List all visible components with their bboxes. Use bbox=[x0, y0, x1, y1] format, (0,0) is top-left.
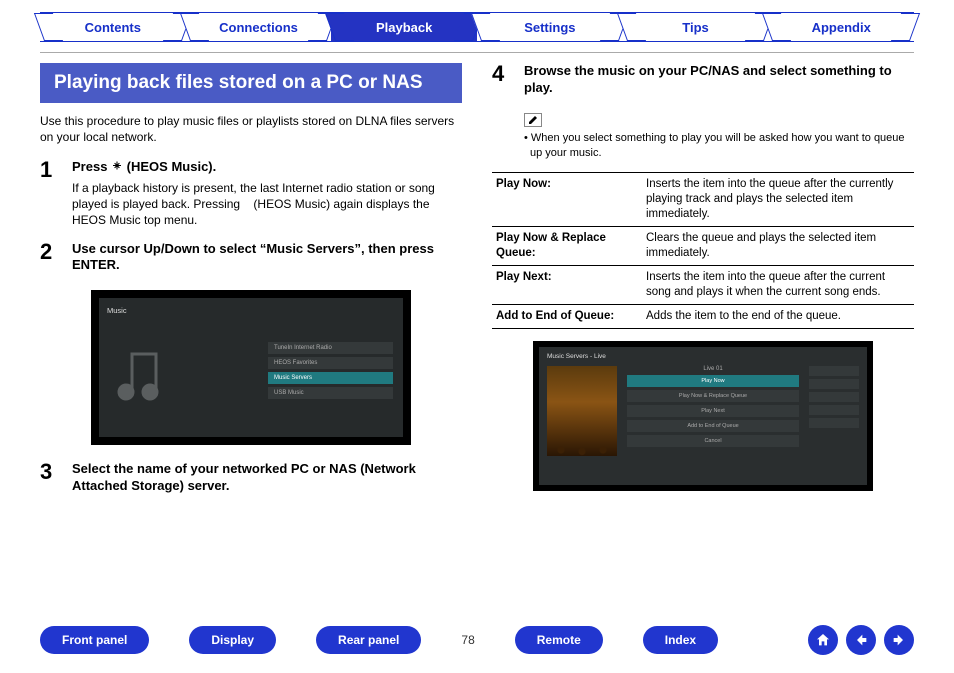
tab-playback[interactable]: Playback bbox=[331, 12, 477, 42]
shot2-options: Play Now Play Now & Replace Queue Play N… bbox=[627, 375, 799, 447]
bottom-nav: Front panel Display Rear panel 78 Remote… bbox=[40, 625, 914, 655]
note-text: When you select something to play you wi… bbox=[524, 131, 914, 161]
index-button[interactable]: Index bbox=[643, 626, 718, 654]
shot2-track-title: Live 01 bbox=[627, 366, 799, 372]
tab-appendix[interactable]: Appendix bbox=[768, 12, 914, 42]
shot-menu-item: USB Music bbox=[268, 387, 393, 399]
tab-label: Connections bbox=[219, 20, 298, 35]
shot2-header: Music Servers - Live bbox=[547, 353, 859, 360]
step-number: 1 bbox=[40, 159, 60, 228]
step-title: Use cursor Up/Down to select “Music Serv… bbox=[72, 241, 462, 275]
queue-options-table: Play Now: Inserts the item into the queu… bbox=[492, 172, 914, 329]
step-number: 2 bbox=[40, 241, 60, 279]
front-panel-button[interactable]: Front panel bbox=[40, 626, 149, 654]
table-row: Play Next: Inserts the item into the que… bbox=[492, 266, 914, 305]
table-row: Play Now & Replace Queue: Clears the que… bbox=[492, 227, 914, 266]
left-column: Playing back files stored on a PC or NAS… bbox=[40, 63, 462, 511]
display-button[interactable]: Display bbox=[189, 626, 276, 654]
queue-key: Play Now & Replace Queue: bbox=[492, 227, 642, 266]
shot2-side-list bbox=[809, 366, 859, 456]
step-number: 4 bbox=[492, 63, 512, 101]
step-2: 2 Use cursor Up/Down to select “Music Se… bbox=[40, 241, 462, 279]
screenshot-queue-options: Music Servers - Live Live 01 Play Now Pl… bbox=[533, 341, 873, 491]
remote-button[interactable]: Remote bbox=[515, 626, 603, 654]
queue-key: Add to End of Queue: bbox=[492, 305, 642, 329]
shot-menu-item-selected: Music Servers bbox=[268, 372, 393, 384]
tab-label: Appendix bbox=[812, 20, 871, 35]
tab-label: Contents bbox=[85, 20, 141, 35]
step-title-part: Press bbox=[72, 159, 111, 174]
page-number: 78 bbox=[461, 633, 474, 647]
prev-page-button[interactable] bbox=[846, 625, 876, 655]
tab-connections[interactable]: Connections bbox=[186, 12, 332, 42]
queue-key: Play Next: bbox=[492, 266, 642, 305]
tab-label: Tips bbox=[682, 20, 709, 35]
page-nav-icons bbox=[808, 625, 914, 655]
step-title: Press (HEOS Music). bbox=[72, 159, 462, 176]
step-title: Select the name of your networked PC or … bbox=[72, 461, 462, 495]
shot2-option: Cancel bbox=[627, 435, 799, 447]
tab-label: Playback bbox=[376, 20, 432, 35]
step-number: 3 bbox=[40, 461, 60, 499]
step-3: 3 Select the name of your networked PC o… bbox=[40, 461, 462, 499]
shot2-option: Add to End of Queue bbox=[627, 420, 799, 432]
music-note-icon bbox=[114, 346, 169, 408]
queue-val: Inserts the item into the queue after th… bbox=[642, 266, 914, 305]
home-icon bbox=[815, 632, 831, 648]
queue-val: Clears the queue and plays the selected … bbox=[642, 227, 914, 266]
queue-val: Inserts the item into the queue after th… bbox=[642, 173, 914, 227]
tab-settings[interactable]: Settings bbox=[477, 12, 623, 42]
home-button[interactable] bbox=[808, 625, 838, 655]
top-tabs: Contents Connections Playback Settings T… bbox=[0, 0, 954, 42]
queue-key: Play Now: bbox=[492, 173, 642, 227]
tab-contents[interactable]: Contents bbox=[40, 12, 186, 42]
table-row: Add to End of Queue: Adds the item to th… bbox=[492, 305, 914, 329]
shot-menu-item: TuneIn Internet Radio bbox=[268, 342, 393, 354]
shot2-album-art bbox=[547, 366, 617, 456]
next-page-button[interactable] bbox=[884, 625, 914, 655]
step-text: If a playback history is present, the la… bbox=[72, 180, 462, 229]
shot2-option-selected: Play Now bbox=[627, 375, 799, 387]
shot2-option: Play Now & Replace Queue bbox=[627, 390, 799, 402]
shot-title: Music bbox=[107, 306, 395, 315]
section-title: Playing back files stored on a PC or NAS bbox=[40, 63, 462, 103]
rear-panel-button[interactable]: Rear panel bbox=[316, 626, 421, 654]
step-title-part: (HEOS Music). bbox=[127, 159, 217, 174]
note-icon bbox=[524, 113, 542, 127]
shot-menu-item: HEOS Favorites bbox=[268, 357, 393, 369]
intro-text: Use this procedure to play music files o… bbox=[40, 113, 462, 145]
step-title: Browse the music on your PC/NAS and sele… bbox=[524, 63, 914, 97]
queue-val: Adds the item to the end of the queue. bbox=[642, 305, 914, 329]
arrow-right-icon bbox=[891, 632, 907, 648]
screenshot-music-menu: Music TuneIn Internet Radio HEOS Favorit… bbox=[91, 290, 411, 445]
arrow-left-icon bbox=[853, 632, 869, 648]
tab-tips[interactable]: Tips bbox=[623, 12, 769, 42]
step-4: 4 Browse the music on your PC/NAS and se… bbox=[492, 63, 914, 101]
step-1: 1 Press (HEOS Music). If a playback hist… bbox=[40, 159, 462, 228]
shot-menu: TuneIn Internet Radio HEOS Favorites Mus… bbox=[268, 342, 393, 399]
heos-music-icon bbox=[112, 161, 122, 175]
table-row: Play Now: Inserts the item into the queu… bbox=[492, 173, 914, 227]
page-content: Playing back files stored on a PC or NAS… bbox=[0, 53, 954, 511]
right-column: 4 Browse the music on your PC/NAS and se… bbox=[492, 63, 914, 511]
shot2-option: Play Next bbox=[627, 405, 799, 417]
tab-label: Settings bbox=[524, 20, 575, 35]
